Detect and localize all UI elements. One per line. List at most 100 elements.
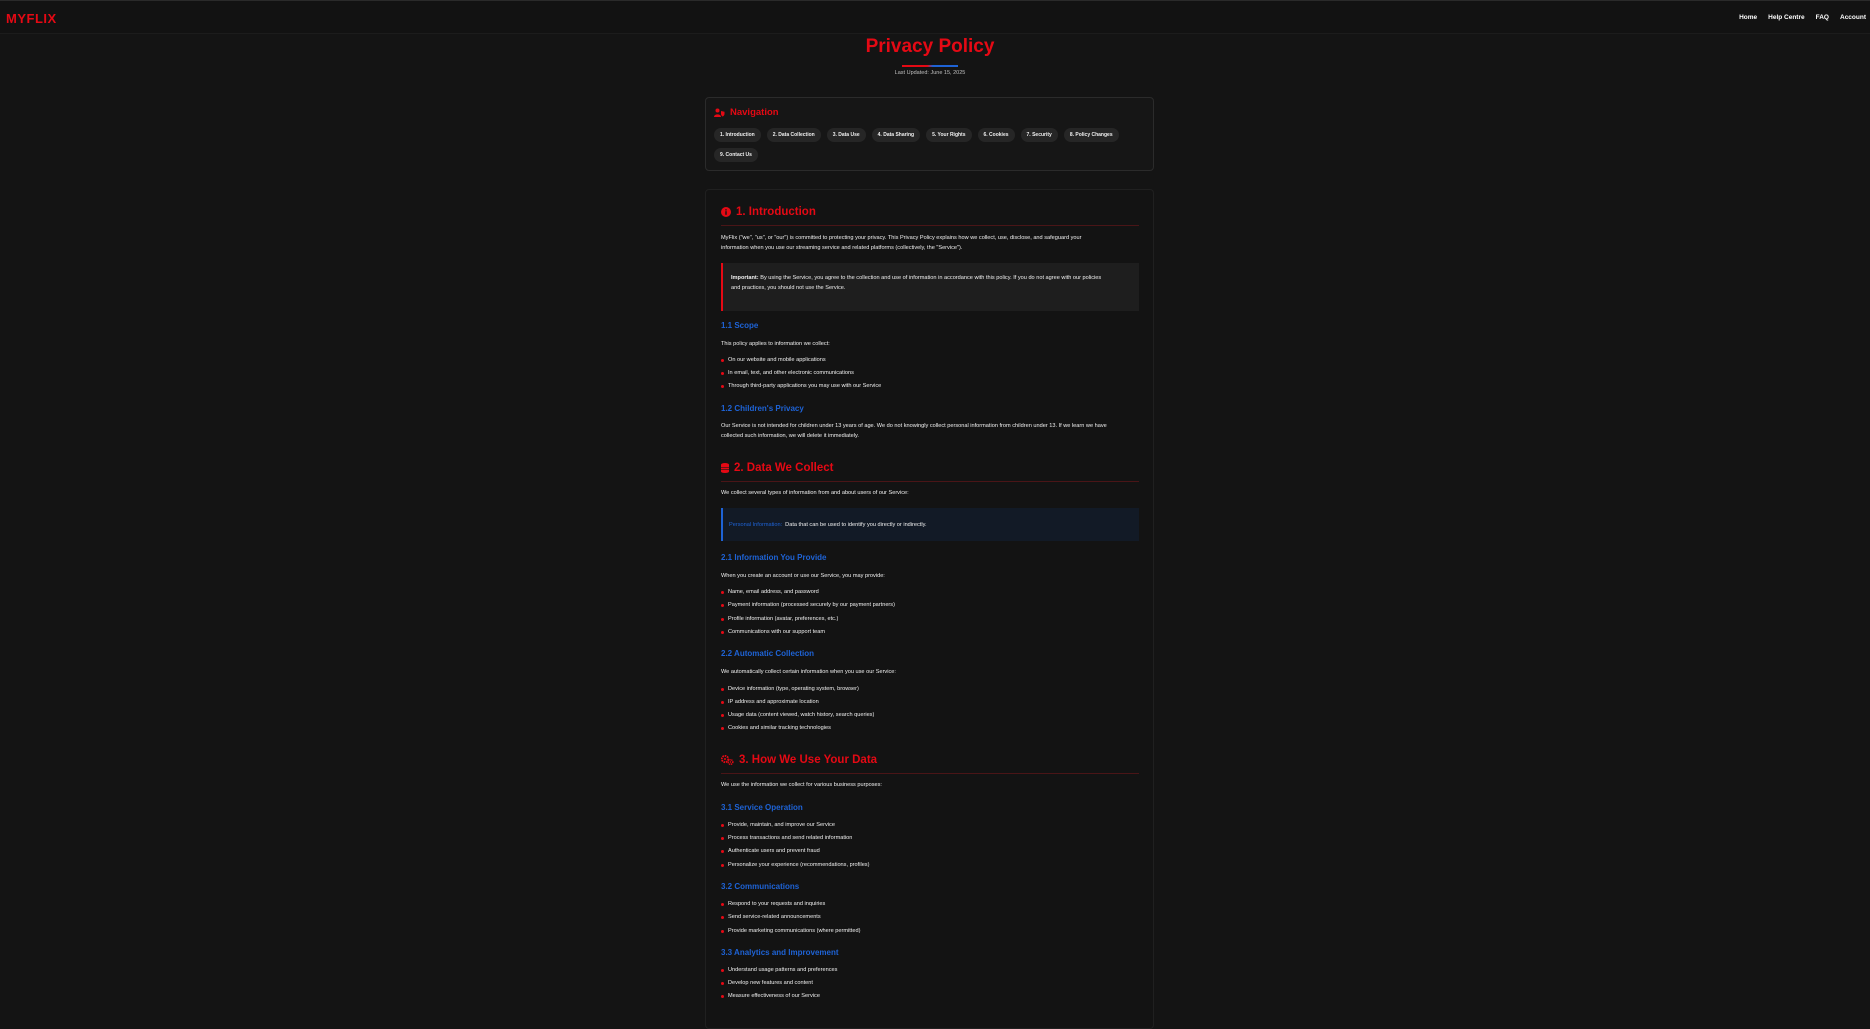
bullet-icon	[721, 902, 724, 906]
list-item: Name, email address, and password	[721, 589, 1139, 595]
page-title: Privacy Policy	[865, 36, 995, 57]
bullet-icon	[721, 358, 724, 362]
nav-pill-introduction[interactable]: 1. Introduction	[714, 128, 761, 142]
intro-paragraph: MyFlix ("we", "us", or "our") is committ…	[721, 233, 1139, 253]
list-item-text: Respond to your requests and inquiries	[728, 901, 826, 907]
scope-text: This policy applies to information we co…	[721, 341, 830, 347]
list-item-text: Authenticate users and prevent fraud	[728, 848, 820, 854]
top-nav-links: Home Help Centre FAQ Account	[1739, 14, 1866, 21]
callout-key: Personal Information:	[729, 521, 783, 528]
nav-pill-contact-us[interactable]: 9. Contact Us	[714, 148, 758, 162]
list-item: Authenticate users and prevent fraud	[721, 848, 1139, 854]
navigation-heading: Navigation	[714, 107, 779, 118]
navigation-title: Navigation	[730, 107, 779, 118]
list-item: Provide, maintain, and improve our Servi…	[721, 822, 1139, 828]
nav-link-account[interactable]: Account	[1840, 14, 1866, 21]
bullet-icon	[721, 713, 724, 717]
bullet-icon	[721, 617, 724, 621]
bullet-icon	[721, 849, 724, 853]
important-callout: Important: By using the Service, you agr…	[721, 263, 1139, 311]
list-item: Send service-related announcements	[721, 914, 1139, 920]
nav-link-help-centre[interactable]: Help Centre	[1768, 14, 1804, 21]
bullet-icon	[721, 726, 724, 730]
list-item-text: On our website and mobile applications	[728, 357, 826, 363]
bullet-icon	[721, 863, 724, 867]
bullet-icon	[721, 929, 724, 933]
bullet-icon	[721, 590, 724, 594]
list-item-text: Provide, maintain, and improve our Servi…	[728, 822, 835, 828]
list-item: Through third-party applications you may…	[721, 383, 1139, 389]
list-item: IP address and approximate location	[721, 699, 1139, 705]
cogs-icon	[721, 755, 734, 765]
list-item: Payment information (processed securely …	[721, 602, 1139, 608]
section-heading-data-use: 3. How We Use Your Data	[721, 754, 1139, 766]
section-title-data-use: 3. How We Use Your Data	[739, 754, 878, 766]
section-title-data-collection: 2. Data We Collect	[734, 462, 834, 474]
subsection-title-service-operation: 3.1 Service Operation	[721, 803, 803, 812]
nav-link-home[interactable]: Home	[1739, 14, 1757, 21]
use-intro: We use the information we collect for va…	[721, 782, 882, 788]
nav-pill-data-collection[interactable]: 2. Data Collection	[766, 128, 821, 142]
top-navbar: MYFLIX Home Help Centre FAQ Account	[0, 0, 1870, 34]
navigation-pills: 1. Introduction 2. Data Collection 3. Da…	[714, 128, 1144, 162]
list-item-text: Profile information (avatar, preferences…	[728, 616, 839, 622]
nav-pill-data-use[interactable]: 3. Data Use	[826, 128, 866, 142]
important-callout-line: and practices, you should not use the Se…	[731, 285, 846, 291]
title-underline	[902, 65, 958, 67]
list-item: Understand usage patterns and preference…	[721, 967, 1139, 973]
user-shield-icon	[714, 108, 725, 117]
section-heading-introduction: 1. Introduction	[721, 206, 1139, 218]
childrens-privacy-line: Our Service is not intended for children…	[721, 423, 1107, 429]
list-item-text: Name, email address, and password	[728, 589, 819, 595]
bullet-icon	[721, 968, 724, 972]
list-item: Provide marketing communications (where …	[721, 928, 1139, 934]
important-text: By using the Service, you agree to the c…	[760, 275, 1102, 281]
list-item: Usage data (content viewed, watch histor…	[721, 712, 1139, 718]
nav-link-faq[interactable]: FAQ	[1816, 14, 1829, 21]
list-item-text: Develop new features and content	[728, 980, 813, 986]
collect-intro: We collect several types of information …	[721, 490, 909, 496]
list-item: Process transactions and send related in…	[721, 835, 1139, 841]
section-divider	[721, 773, 1139, 774]
list-item-text: Understand usage patterns and preference…	[728, 967, 838, 973]
callout-text: Data that can be used to identify you di…	[785, 521, 927, 528]
nav-pill-your-rights[interactable]: 5. Your Rights	[926, 128, 972, 142]
list-item-text: Usage data (content viewed, watch histor…	[728, 712, 875, 718]
section-divider	[721, 225, 1139, 226]
subsection-title-childrens-privacy: 1.2 Children's Privacy	[721, 404, 804, 413]
list-item-text: Process transactions and send related in…	[728, 835, 853, 841]
provide-text: When you create an account or use our Se…	[721, 573, 885, 579]
nav-pill-data-sharing[interactable]: 4. Data Sharing	[871, 128, 921, 142]
list-item: Profile information (avatar, preferences…	[721, 616, 1139, 622]
list-item-text: Payment information (processed securely …	[728, 602, 895, 608]
list-item-text: Provide marketing communications (where …	[728, 928, 861, 934]
subsection-title-analytics: 3.3 Analytics and Improvement	[721, 948, 839, 957]
list-item: Communications with our support team	[721, 629, 1139, 635]
list-item: In email, text, and other electronic com…	[721, 370, 1139, 376]
bullet-icon	[721, 384, 724, 388]
list-item-text: Measure effectiveness of our Service	[728, 993, 820, 999]
list-item-text: Device information (type, operating syst…	[728, 686, 859, 692]
list-item-text: Cookies and similar tracking technologie…	[728, 725, 831, 731]
important-callout-line: Important: By using the Service, you agr…	[731, 273, 1131, 283]
childrens-privacy-paragraph: Our Service is not intended for children…	[721, 421, 1139, 441]
bullet-icon	[721, 630, 724, 634]
nav-pill-security[interactable]: 7. Security	[1020, 128, 1058, 142]
list-item-text: Personalize your experience (recommendat…	[728, 862, 870, 868]
nav-pill-cookies[interactable]: 6. Cookies	[977, 128, 1015, 142]
list-item-text: Through third-party applications you may…	[728, 383, 882, 389]
policy-content-card: 1. Introduction MyFlix ("we", "us", or "…	[705, 189, 1154, 1029]
list-item: Cookies and similar tracking technologie…	[721, 725, 1139, 731]
bullet-icon	[721, 915, 724, 919]
list-item: Develop new features and content	[721, 980, 1139, 986]
list-item: Measure effectiveness of our Service	[721, 993, 1139, 999]
list-item: On our website and mobile applications	[721, 357, 1139, 363]
subsection-title-info-you-provide: 2.1 Information You Provide	[721, 553, 827, 562]
important-label: Important:	[731, 275, 759, 281]
section-heading-data-collection: 2. Data We Collect	[721, 462, 1139, 474]
bullet-icon	[721, 371, 724, 375]
nav-pill-policy-changes[interactable]: 8. Policy Changes	[1063, 128, 1119, 142]
bullet-icon	[721, 700, 724, 704]
brand-logo[interactable]: MYFLIX	[6, 11, 57, 26]
personal-info-callout: Personal Information: Data that can be u…	[721, 508, 1139, 541]
